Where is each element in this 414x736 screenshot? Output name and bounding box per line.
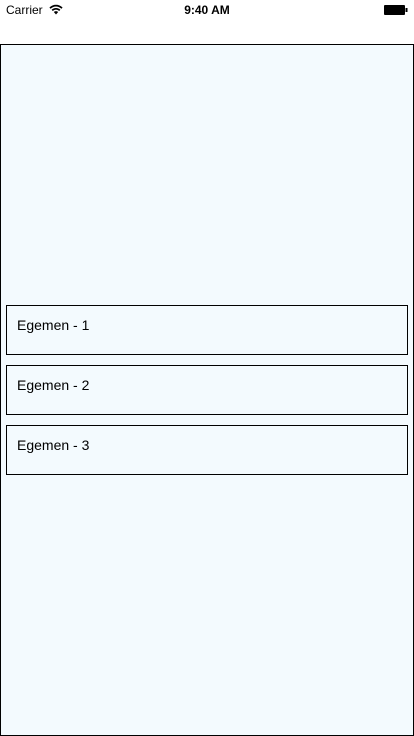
list-item[interactable]: Egemen - 2	[6, 365, 408, 415]
list-item-label: Egemen - 3	[17, 437, 90, 453]
item-list: Egemen - 1 Egemen - 2 Egemen - 3	[6, 305, 408, 485]
list-item[interactable]: Egemen - 3	[6, 425, 408, 475]
list-item-label: Egemen - 1	[17, 317, 90, 333]
list-item-label: Egemen - 2	[17, 377, 90, 393]
status-time: 9:40 AM	[184, 3, 230, 17]
status-bar: Carrier 9:40 AM	[0, 0, 414, 20]
battery-icon	[384, 5, 408, 15]
list-item[interactable]: Egemen - 1	[6, 305, 408, 355]
